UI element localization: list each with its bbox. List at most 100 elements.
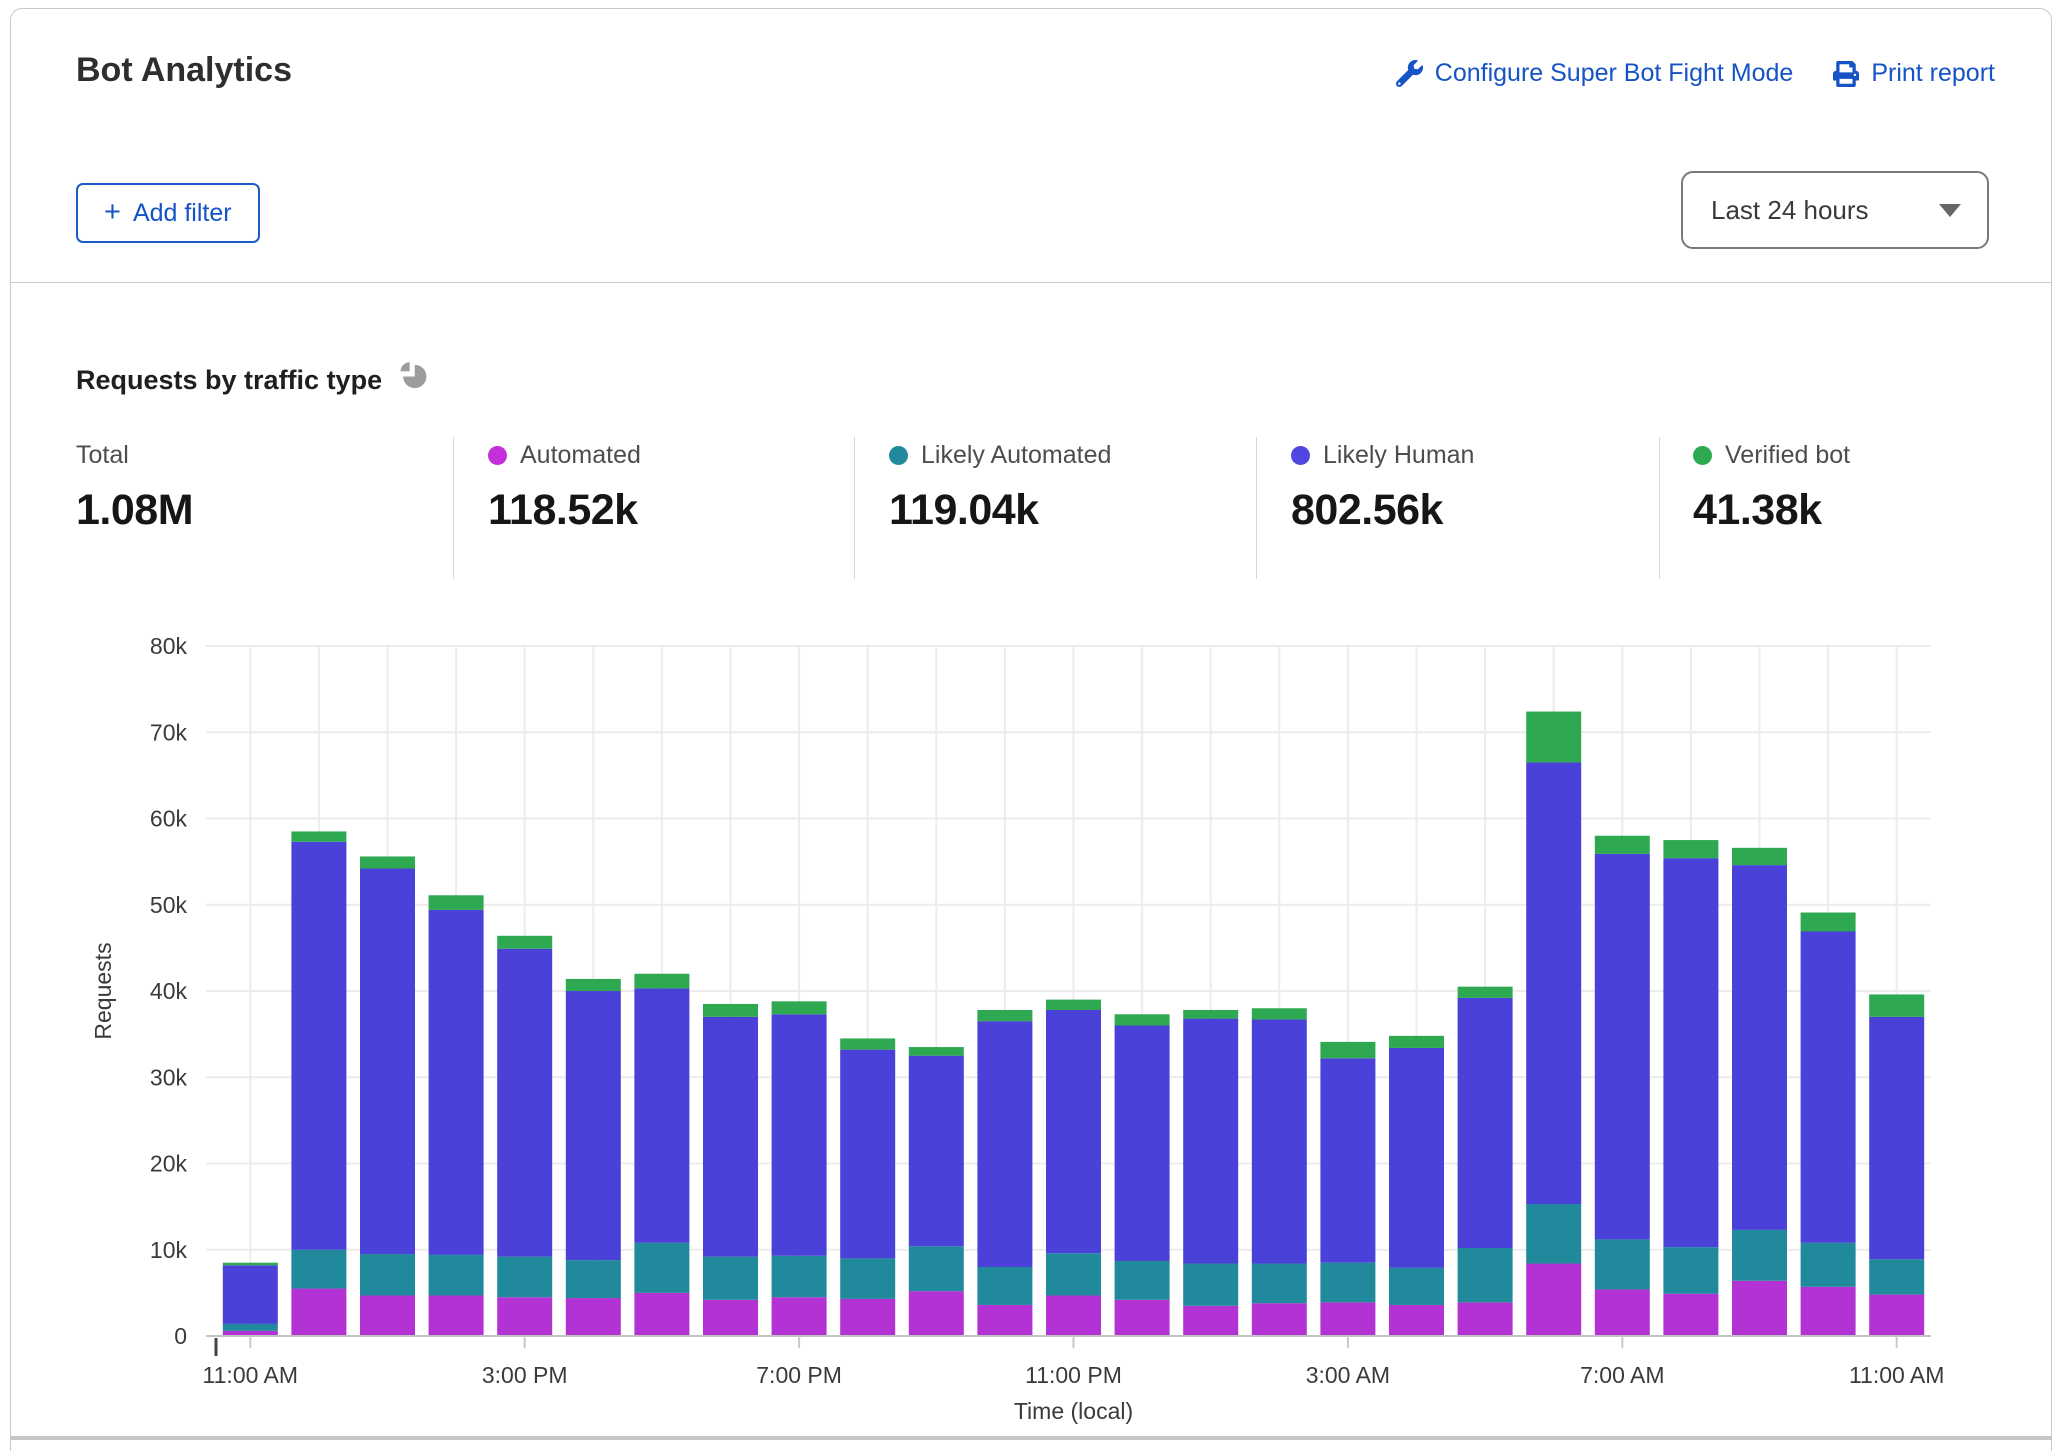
bar-segment xyxy=(772,1014,827,1256)
bar-segment xyxy=(1732,865,1787,1230)
bar-segment xyxy=(703,1017,758,1257)
bar-segment xyxy=(566,1260,621,1298)
bar-segment xyxy=(1252,1019,1307,1263)
bar-segment xyxy=(1115,1261,1170,1300)
bar-segment xyxy=(566,979,621,991)
stat-total-label: Total xyxy=(76,441,129,470)
stat-automated-value: 118.52k xyxy=(488,486,641,535)
bar-segment xyxy=(1183,1019,1238,1264)
bar-segment xyxy=(497,1297,552,1336)
bar-segment xyxy=(429,910,484,1255)
bar-segment xyxy=(429,895,484,910)
bar-segment xyxy=(1320,1058,1375,1262)
bar-segment xyxy=(634,1293,689,1336)
svg-text:80k: 80k xyxy=(150,633,188,659)
svg-text:11:00 PM: 11:00 PM xyxy=(1025,1362,1122,1388)
bar-segment xyxy=(1732,1230,1787,1281)
svg-text:60k: 60k xyxy=(150,806,188,832)
traffic-chart: 010k20k30k40k50k60k70k80k11:00 AM3:00 PM… xyxy=(11,601,2051,1431)
likely-automated-dot-icon xyxy=(889,446,908,465)
bar-segment xyxy=(772,1001,827,1014)
bar-segment xyxy=(977,1305,1032,1336)
bar-segment xyxy=(1663,1247,1718,1294)
svg-text:10k: 10k xyxy=(150,1237,188,1263)
bar-segment xyxy=(429,1295,484,1336)
bar-segment xyxy=(1869,1259,1924,1294)
section-title: Requests by traffic type xyxy=(76,365,382,396)
bar-segment xyxy=(1320,1302,1375,1336)
bar-segment xyxy=(223,1265,278,1324)
stat-verified-bot-value: 41.38k xyxy=(1693,486,1850,535)
bar-segment xyxy=(840,1299,895,1336)
bar-segment xyxy=(1320,1263,1375,1303)
bar-segment xyxy=(909,1047,964,1056)
print-report-link[interactable]: Print report xyxy=(1833,59,1995,88)
bar-segment xyxy=(223,1263,278,1266)
bar-segment xyxy=(840,1038,895,1049)
bar-segment xyxy=(1183,1264,1238,1306)
bar-segment xyxy=(1526,1264,1581,1336)
bar-segment xyxy=(1046,1295,1101,1336)
add-filter-button[interactable]: + Add filter xyxy=(76,183,260,243)
bar-segment xyxy=(291,842,346,1250)
stat-divider xyxy=(854,437,855,579)
bar-segment xyxy=(909,1291,964,1336)
bar-segment xyxy=(1801,1243,1856,1287)
bar-segment xyxy=(772,1256,827,1297)
bar-segment xyxy=(1526,712,1581,763)
svg-text:0: 0 xyxy=(174,1323,187,1349)
bar-segment xyxy=(1115,1300,1170,1336)
section-bottom-divider xyxy=(10,1436,2052,1440)
bar-segment xyxy=(291,831,346,841)
bar-segment xyxy=(1595,1239,1650,1289)
bar-segment xyxy=(1801,931,1856,1242)
bar-segment xyxy=(1320,1042,1375,1058)
bar-segment xyxy=(1458,987,1513,998)
traffic-stats-row: Total 1.08M Automated 118.52k Likely Aut… xyxy=(11,441,2051,581)
bar-segment xyxy=(1115,1014,1170,1025)
bar-segment xyxy=(429,1255,484,1296)
bar-segment xyxy=(223,1324,278,1331)
page-title: Bot Analytics xyxy=(76,51,292,90)
svg-text:70k: 70k xyxy=(150,719,188,745)
bar-segment xyxy=(1869,1295,1924,1336)
svg-text:11:00 AM: 11:00 AM xyxy=(203,1362,298,1388)
bar-segment xyxy=(977,1010,1032,1021)
bar-segment xyxy=(634,988,689,1242)
stat-total: Total 1.08M xyxy=(76,441,193,535)
bar-segment xyxy=(772,1297,827,1336)
bar-segment xyxy=(497,1257,552,1298)
configure-super-bot-fight-mode-link[interactable]: Configure Super Bot Fight Mode xyxy=(1396,59,1794,88)
bar-segment xyxy=(634,974,689,989)
bar-segment xyxy=(977,1267,1032,1305)
stat-likely-automated-value: 119.04k xyxy=(889,486,1111,535)
bar-segment xyxy=(1526,762,1581,1204)
bar-segment xyxy=(1732,1281,1787,1336)
stat-likely-human-label: Likely Human xyxy=(1323,441,1474,470)
bar-segment xyxy=(909,1056,964,1247)
bar-segment xyxy=(1389,1305,1444,1336)
bar-segment xyxy=(977,1021,1032,1267)
stat-likely-automated-label: Likely Automated xyxy=(921,441,1111,470)
bar-segment xyxy=(1458,1302,1513,1336)
svg-text:20k: 20k xyxy=(150,1151,188,1177)
x-axis-title: Time (local) xyxy=(1014,1398,1133,1424)
configure-link-label: Configure Super Bot Fight Mode xyxy=(1435,59,1794,88)
wrench-icon xyxy=(1396,60,1423,87)
verified-bot-dot-icon xyxy=(1693,446,1712,465)
header-links: Configure Super Bot Fight Mode Print rep… xyxy=(1396,59,1995,88)
bar-segment xyxy=(1595,854,1650,1240)
bar-segment xyxy=(840,1258,895,1299)
bar-segment xyxy=(1252,1264,1307,1304)
stat-verified-bot: Verified bot 41.38k xyxy=(1693,441,1850,535)
bar-segment xyxy=(497,936,552,949)
bar-segment xyxy=(1663,840,1718,858)
bar-segment xyxy=(1801,913,1856,932)
plus-icon: + xyxy=(104,198,121,227)
bar-segment xyxy=(1595,836,1650,854)
svg-text:3:00 AM: 3:00 AM xyxy=(1306,1362,1390,1388)
bar-segment xyxy=(703,1257,758,1300)
bar-segment xyxy=(703,1004,758,1017)
y-axis-title: Requests xyxy=(90,942,116,1039)
time-range-select[interactable]: Last 24 hours xyxy=(1681,171,1989,249)
